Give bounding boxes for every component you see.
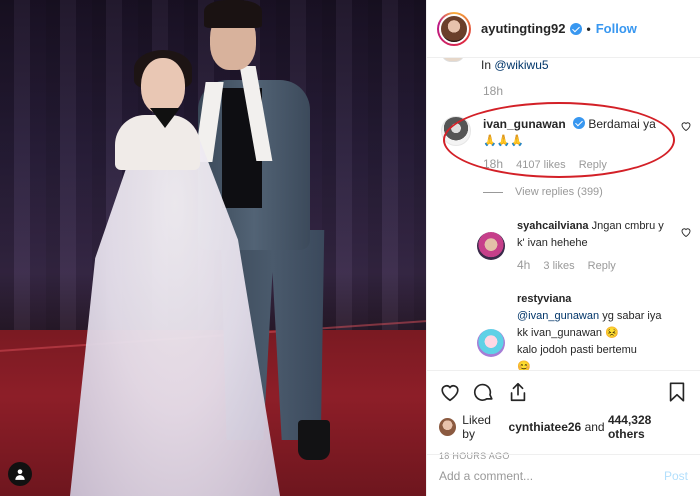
likes-summary: Liked by cynthiatee26 and 444,328 others — [439, 413, 688, 441]
liker-username[interactable]: cynthiatee26 — [509, 420, 582, 434]
comment-timestamp: 18h — [483, 84, 504, 98]
commenter-username[interactable]: ivan_gunawan — [483, 117, 566, 131]
likes-count[interactable]: 444,328 others — [608, 413, 688, 441]
post-photo[interactable] — [0, 0, 426, 496]
comment-likes-count[interactable]: 3 likes — [543, 260, 574, 272]
comment-timestamp[interactable]: 4h — [517, 258, 530, 272]
add-comment-input[interactable] — [439, 468, 664, 483]
comment-likes-count[interactable]: 4107 likes — [516, 159, 566, 171]
comment-emoji: 🙏🙏🙏 — [483, 135, 525, 147]
commenter-avatar[interactable] — [441, 116, 471, 146]
comment-avatar[interactable] — [441, 58, 465, 62]
woman-figure-bodice — [115, 115, 200, 170]
view-replies-button[interactable]: View replies (399) — [483, 186, 603, 198]
separator-dot: • — [586, 21, 591, 36]
comment-ivan-gunawan: ivan_gunawan Berdamai ya 🙏🙏🙏 18h 4107 li… — [441, 116, 692, 171]
comment-text: In — [481, 58, 492, 72]
comment-emoji: 😣 — [605, 327, 619, 339]
mention-link[interactable]: @wikiwu5 — [494, 58, 548, 72]
reply-button[interactable]: Reply — [588, 260, 616, 272]
commenter-username[interactable]: restyviana — [517, 293, 571, 305]
woman-figure-head — [141, 58, 185, 114]
view-replies-label: View replies (399) — [515, 186, 603, 198]
author-avatar[interactable] — [437, 11, 471, 46]
comment-text: kalo jodoh pasti bertemu — [517, 344, 637, 356]
comments-list[interactable]: In @wikiwu5 18h ivan_gunawan Berdamai ya… — [427, 58, 700, 370]
verified-badge-icon — [569, 22, 582, 35]
share-icon[interactable] — [507, 381, 529, 403]
add-comment-bar: Post — [427, 454, 700, 496]
heart-icon[interactable] — [680, 120, 692, 132]
liker-avatar[interactable] — [439, 418, 457, 436]
verified-badge-icon — [573, 117, 586, 129]
reply-restyviana: restyviana @ivan_gunawan yg sabar iya kk… — [477, 291, 692, 370]
man-figure-shoe — [298, 420, 330, 460]
reply-button[interactable]: Reply — [579, 159, 607, 171]
comment-timestamp[interactable]: 18h — [483, 157, 503, 171]
post-side-panel: ayutingting92 • Follow In @wikiwu5 18h i… — [426, 0, 700, 496]
likes-middle: and — [584, 420, 605, 434]
author-username[interactable]: ayutingting92 — [481, 21, 566, 36]
comment-text-partial: In @wikiwu5 — [481, 58, 549, 72]
post-actions: Liked by cynthiatee26 and 444,328 others… — [427, 370, 700, 461]
post-comment-button[interactable]: Post — [664, 469, 688, 483]
heart-icon[interactable] — [439, 381, 461, 403]
commenter-avatar[interactable] — [477, 232, 505, 260]
follow-button[interactable]: Follow — [596, 21, 637, 36]
likes-prefix: Liked by — [462, 413, 491, 441]
comment-icon[interactable] — [473, 381, 495, 403]
mention-link[interactable]: @ivan_gunawan — [517, 310, 599, 322]
bookmark-icon[interactable] — [666, 381, 688, 403]
user-tags-icon[interactable] — [8, 462, 32, 486]
comment-emoji: 😊 — [517, 361, 531, 370]
man-figure-hair — [204, 0, 262, 28]
instagram-post-view: ayutingting92 • Follow In @wikiwu5 18h i… — [0, 0, 700, 496]
reply-syahcailviana: syahcailviana Jngan cmbru y k' ivan hehe… — [477, 218, 692, 272]
comment-text: Berdamai ya — [588, 117, 656, 131]
commenter-username[interactable]: syahcailviana — [517, 220, 589, 232]
post-header: ayutingting92 • Follow — [427, 0, 700, 58]
divider-line — [483, 191, 503, 193]
commenter-avatar[interactable] — [477, 329, 505, 357]
heart-icon[interactable] — [680, 226, 692, 238]
